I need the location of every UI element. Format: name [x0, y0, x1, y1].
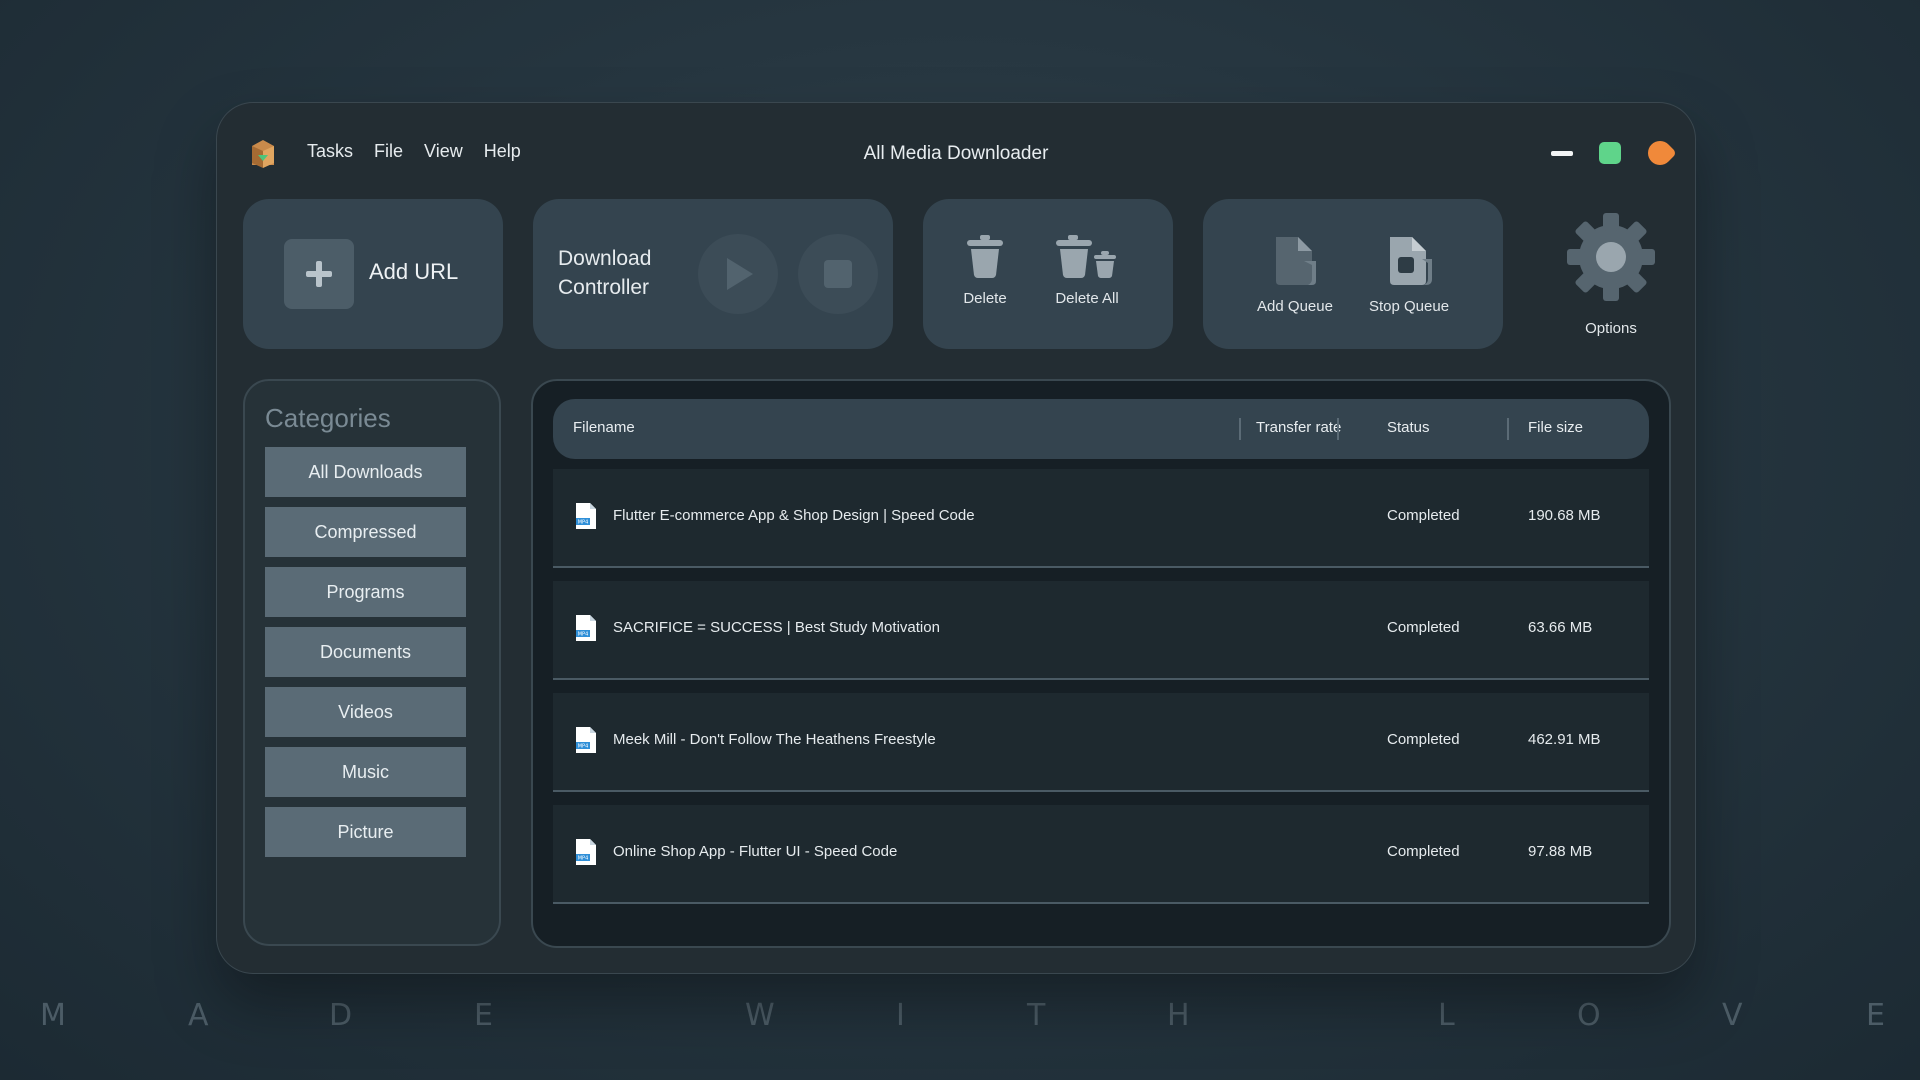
categories-panel: Categories All Downloads Compressed Prog…: [243, 379, 501, 946]
mp4-file-icon: MP4: [576, 727, 596, 753]
bg-letter: W: [745, 998, 777, 1033]
background-tagline: M A D E W I T H L O V E: [0, 998, 1920, 1048]
stop-button[interactable]: [798, 234, 878, 314]
row-file-size: 63.66 MB: [1528, 619, 1593, 636]
table-row[interactable]: MP4 Meek Mill - Don't Follow The Heathen…: [553, 693, 1649, 792]
bg-letter: A: [188, 998, 211, 1033]
svg-text:MP4: MP4: [578, 632, 589, 638]
add-url-button[interactable]: Add URL: [243, 199, 503, 349]
category-programs[interactable]: Programs: [265, 567, 466, 617]
category-compressed[interactable]: Compressed: [265, 507, 466, 557]
stop-queue-icon: [1390, 237, 1432, 285]
categories-list: All Downloads Compressed Programs Docume…: [265, 447, 466, 867]
table-row[interactable]: MP4 Flutter E-commerce App & Shop Design…: [553, 469, 1649, 568]
row-file-size: 97.88 MB: [1528, 843, 1593, 860]
delete-all-label: Delete All: [1055, 290, 1119, 307]
column-filename[interactable]: Filename: [573, 419, 635, 436]
delete-button[interactable]: Delete: [955, 233, 1015, 307]
bg-letter: D: [329, 998, 355, 1033]
delete-label: Delete: [963, 290, 1007, 307]
bg-letter: M: [40, 998, 68, 1033]
category-picture[interactable]: Picture: [265, 807, 466, 857]
row-file-size: 190.68 MB: [1528, 507, 1601, 524]
bg-letter: V: [1722, 998, 1745, 1033]
bg-letter: H: [1167, 998, 1192, 1033]
column-file-size[interactable]: File size: [1528, 419, 1583, 436]
row-status: Completed: [1387, 731, 1460, 748]
stop-icon: [824, 260, 852, 288]
add-url-label: Add URL: [369, 259, 459, 284]
row-filename: Meek Mill - Don't Follow The Heathens Fr…: [613, 731, 936, 748]
column-transfer-rate[interactable]: Transfer rate: [1256, 419, 1341, 436]
trash-multiple-icon: [1056, 235, 1116, 278]
row-status: Completed: [1387, 619, 1460, 636]
table-header: Filename Transfer rate Status File size: [553, 399, 1649, 459]
svg-text:MP4: MP4: [578, 520, 589, 526]
downloads-list: MP4 Flutter E-commerce App & Shop Design…: [553, 469, 1649, 917]
play-icon: [727, 258, 753, 290]
minimize-button[interactable]: [1551, 151, 1573, 156]
svg-text:MP4: MP4: [578, 856, 589, 862]
play-button[interactable]: [698, 234, 778, 314]
options-label: Options: [1585, 320, 1637, 337]
maximize-button[interactable]: [1599, 142, 1621, 164]
queue-toolbar: Add Queue Stop Queue: [1203, 199, 1503, 349]
stop-queue-button[interactable]: Stop Queue: [1357, 233, 1461, 315]
mp4-file-icon: MP4: [576, 615, 596, 641]
row-filename: Flutter E-commerce App & Shop Design | S…: [613, 507, 975, 524]
category-all-downloads[interactable]: All Downloads: [265, 447, 466, 497]
bg-letter: L: [1438, 998, 1457, 1033]
column-status[interactable]: Status: [1387, 419, 1430, 436]
downloads-panel: Filename Transfer rate Status File size …: [531, 379, 1671, 948]
app-window: Tasks File View Help All Media Downloade…: [217, 103, 1695, 973]
column-divider[interactable]: [1337, 418, 1339, 440]
mp4-file-icon: MP4: [576, 839, 596, 865]
options-button[interactable]: Options: [1557, 209, 1665, 337]
row-filename: Online Shop App - Flutter UI - Speed Cod…: [613, 843, 898, 860]
bg-letter: E: [474, 998, 495, 1033]
category-videos[interactable]: Videos: [265, 687, 466, 737]
plus-icon: [284, 239, 354, 309]
category-music[interactable]: Music: [265, 747, 466, 797]
add-queue-label: Add Queue: [1257, 298, 1333, 315]
category-documents[interactable]: Documents: [265, 627, 466, 677]
row-status: Completed: [1387, 507, 1460, 524]
bg-letter: I: [896, 998, 907, 1033]
bg-letter: E: [1866, 998, 1887, 1033]
bg-letter: O: [1577, 998, 1603, 1033]
add-queue-button[interactable]: Add Queue: [1249, 233, 1341, 315]
delete-toolbar: Delete Delete All: [923, 199, 1173, 349]
svg-text:MP4: MP4: [578, 744, 589, 750]
download-controller-label: Download Controller: [558, 247, 652, 299]
column-divider[interactable]: [1239, 418, 1241, 440]
row-file-size: 462.91 MB: [1528, 731, 1601, 748]
table-row[interactable]: MP4 Online Shop App - Flutter UI - Speed…: [553, 805, 1649, 904]
trash-icon: [967, 235, 1003, 278]
row-filename: SACRIFICE = SUCCESS | Best Study Motivat…: [613, 619, 940, 636]
mp4-file-icon: MP4: [576, 503, 596, 529]
add-queue-icon: [1276, 237, 1316, 285]
table-row[interactable]: MP4 SACRIFICE = SUCCESS | Best Study Mot…: [553, 581, 1649, 680]
gear-icon: [1567, 213, 1655, 301]
categories-title: Categories: [265, 403, 391, 433]
window-title: All Media Downloader: [863, 143, 1049, 164]
delete-all-button[interactable]: Delete All: [1038, 233, 1136, 307]
stop-queue-label: Stop Queue: [1368, 298, 1450, 315]
download-controller: Download Controller: [533, 199, 893, 349]
row-status: Completed: [1387, 843, 1460, 860]
column-divider[interactable]: [1507, 418, 1509, 440]
bg-letter: T: [1027, 998, 1048, 1033]
